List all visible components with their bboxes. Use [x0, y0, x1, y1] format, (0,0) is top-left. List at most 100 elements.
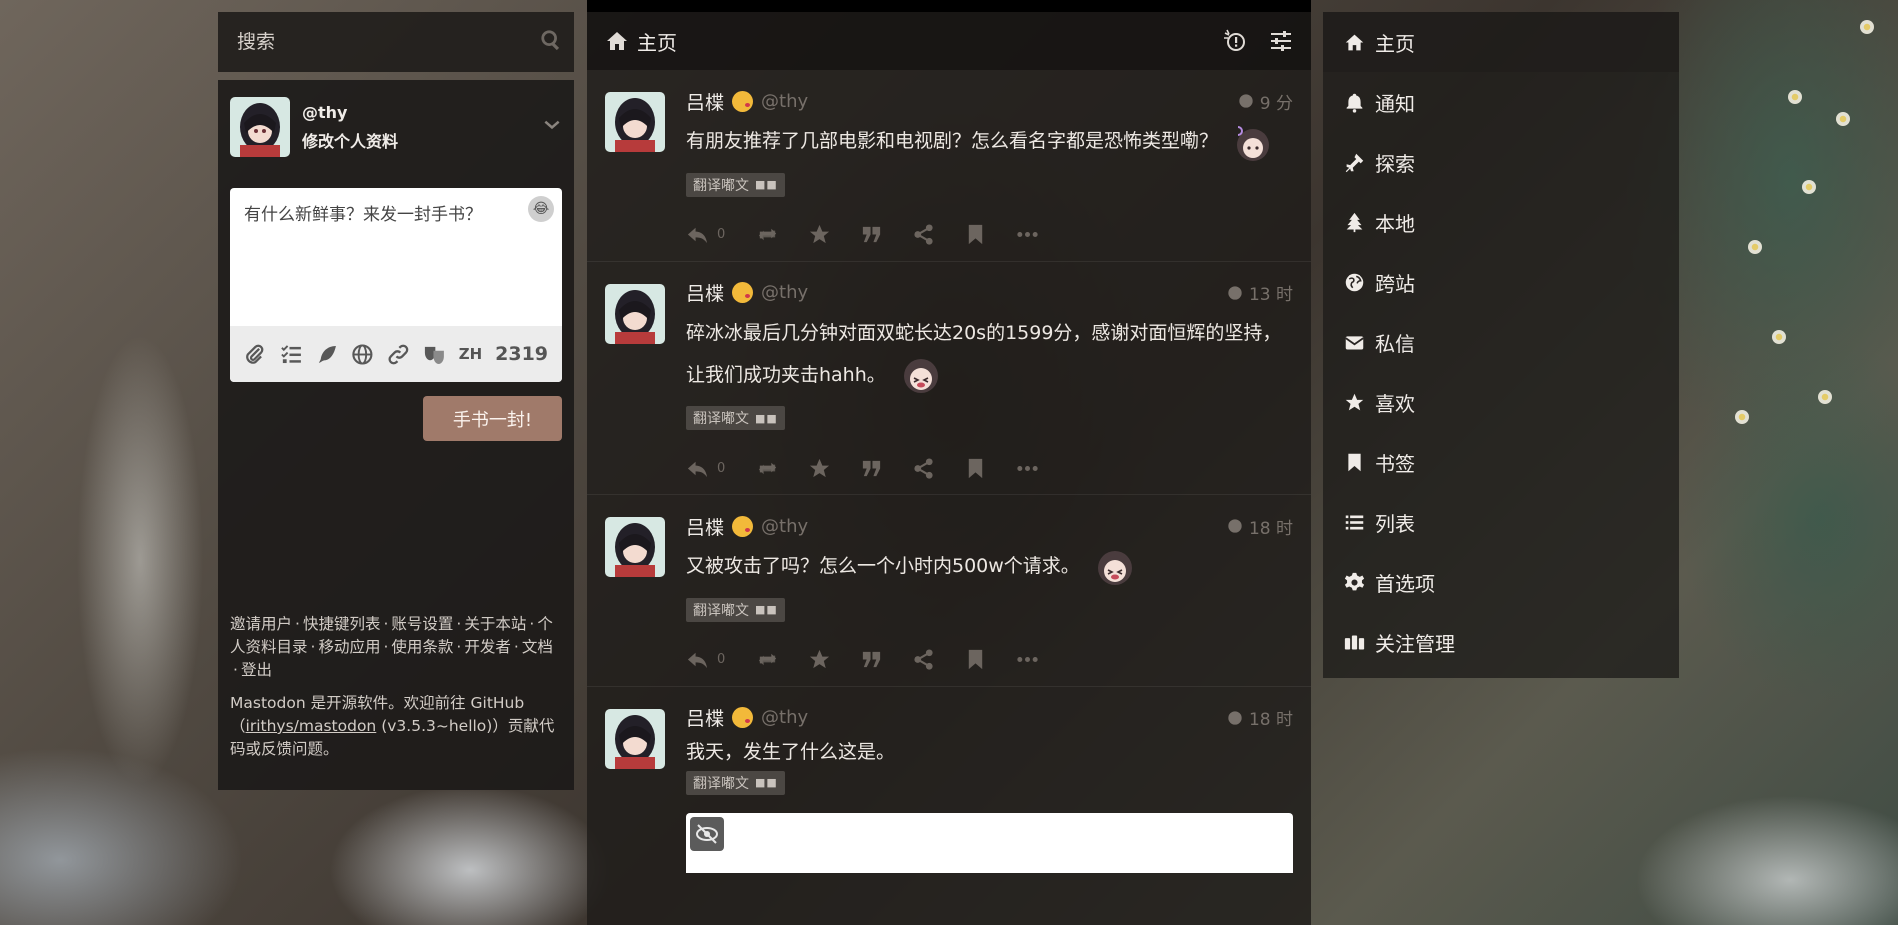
boost-button[interactable]: [756, 648, 808, 671]
share-button[interactable]: [912, 223, 964, 246]
announcements-icon[interactable]: [1223, 29, 1247, 53]
status-avatar[interactable]: [605, 708, 665, 769]
repo-link[interactable]: irithys/mastodon: [246, 717, 377, 735]
status-item[interactable]: 吕楪 @thy 13 时 碎冰冰最后几分钟对面双蛇长达20s的1599分，感谢对…: [587, 262, 1311, 495]
nav-follows-management[interactable]: 关注管理: [1323, 612, 1679, 672]
eye-slash-icon[interactable]: [690, 816, 724, 851]
nav-notifications[interactable]: 通知: [1323, 72, 1679, 132]
account-handle[interactable]: @thy: [302, 103, 530, 122]
book-icon: ■■: [755, 603, 778, 616]
status-display-name[interactable]: 吕楪: [686, 88, 724, 115]
nav-explore[interactable]: 探索: [1323, 132, 1679, 192]
quote-button[interactable]: [860, 457, 912, 480]
status-display-name[interactable]: 吕楪: [686, 704, 724, 731]
footer-link-shortcuts[interactable]: 快捷键列表: [303, 615, 381, 633]
status-time-label: 18 时: [1248, 518, 1293, 539]
quote-button[interactable]: [860, 223, 912, 246]
favourite-button[interactable]: [808, 648, 860, 671]
bookmark-button[interactable]: [964, 223, 1016, 246]
reply-button[interactable]: 0: [686, 223, 756, 246]
star-icon: [809, 224, 830, 244]
account-names: @thy 修改个人资料: [302, 103, 530, 152]
quote-icon: [862, 460, 881, 476]
bookmark-button[interactable]: [964, 457, 1016, 480]
status-display-name[interactable]: 吕楪: [686, 513, 724, 540]
feather-icon[interactable]: [316, 343, 339, 366]
avatar[interactable]: [230, 97, 290, 157]
quote-button[interactable]: [860, 648, 912, 671]
nav-preferences[interactable]: 首选项: [1323, 552, 1679, 612]
nav-bookmarks[interactable]: 书签: [1323, 432, 1679, 492]
share-button[interactable]: [912, 648, 964, 671]
footer-link-developers[interactable]: 开发者: [464, 638, 511, 656]
status-avatar[interactable]: [605, 517, 665, 577]
status-handle[interactable]: @thy: [761, 282, 1227, 303]
footer-link-invite[interactable]: 邀请用户: [230, 615, 292, 633]
publish-button[interactable]: 手书一封!: [423, 396, 562, 441]
reply-button[interactable]: 0: [686, 648, 756, 671]
nav-local[interactable]: 本地: [1323, 192, 1679, 252]
status-time[interactable]: 18 时: [1227, 705, 1293, 730]
emoji-picker-icon[interactable]: 😂: [528, 196, 554, 222]
footer-link-logout[interactable]: 登出: [241, 661, 272, 679]
status-time[interactable]: 18 时: [1227, 514, 1293, 539]
translate-button[interactable]: 翻译嘟文 ■■: [686, 406, 785, 430]
compose-input[interactable]: [244, 200, 548, 314]
status-item[interactable]: 吕楪 @thy 9 分 有朋友推荐了几部电影和电视剧？怎么看名字都是恐怖类型嘞？…: [587, 70, 1311, 262]
nav-favourites[interactable]: 喜欢: [1323, 372, 1679, 432]
edit-profile-link[interactable]: 修改个人资料: [302, 128, 530, 152]
globe-icon[interactable]: [351, 343, 374, 366]
left-column: @thy 修改个人资料 😂 ZH 2319 手书一封: [218, 12, 574, 790]
status-time[interactable]: 13 时: [1227, 280, 1293, 305]
search-input[interactable]: [237, 31, 497, 53]
nav-federated[interactable]: 跨站: [1323, 252, 1679, 312]
kiss-emoji-icon: [732, 90, 754, 112]
footer-link-settings[interactable]: 账号设置: [391, 615, 453, 633]
nav-direct-messages[interactable]: 私信: [1323, 312, 1679, 372]
favourite-button[interactable]: [808, 457, 860, 480]
status-handle[interactable]: @thy: [761, 91, 1238, 112]
more-button[interactable]: [1016, 223, 1068, 246]
status-handle[interactable]: @thy: [761, 707, 1227, 728]
translate-button[interactable]: 翻译嘟文 ■■: [686, 597, 785, 622]
search-icon[interactable]: [540, 29, 562, 55]
status-time-label: 18 时: [1248, 710, 1293, 730]
translate-button[interactable]: 翻译嘟文 ■■: [686, 172, 785, 197]
nav-home[interactable]: 主页: [1323, 12, 1679, 72]
hashtag-icon: [1345, 153, 1364, 172]
footer-link-terms[interactable]: 使用条款: [391, 638, 453, 656]
status-avatar[interactable]: [605, 92, 665, 152]
column-settings-icon[interactable]: [1269, 29, 1293, 53]
media-attachment[interactable]: [686, 812, 1293, 873]
footer-link-docs[interactable]: 文档: [522, 638, 553, 656]
more-button[interactable]: [1016, 457, 1068, 480]
translate-button[interactable]: 翻译嘟文 ■■: [686, 770, 785, 795]
boost-button[interactable]: [756, 223, 808, 246]
status-handle[interactable]: @thy: [761, 516, 1227, 537]
status-actions: 0: [686, 209, 1293, 261]
more-button[interactable]: [1016, 648, 1068, 671]
status-time[interactable]: 9 分: [1238, 89, 1293, 114]
nav-lists[interactable]: 列表: [1323, 492, 1679, 552]
status-avatar[interactable]: [605, 283, 665, 344]
language-selector[interactable]: ZH: [459, 345, 482, 363]
quote-icon: [862, 226, 881, 243]
favourite-button[interactable]: [808, 223, 860, 246]
footer-link-about[interactable]: 关于本站: [464, 615, 526, 633]
navigation-panel: 主页 通知 探索 本地 跨站 私信 喜欢 书签 列表 首选项 关注管理: [1323, 12, 1679, 678]
poll-icon[interactable]: [280, 343, 303, 366]
boost-button[interactable]: [756, 457, 808, 480]
footer-link-apps[interactable]: 移动应用: [318, 638, 380, 656]
link-icon[interactable]: [387, 343, 410, 366]
theater-masks-icon[interactable]: [423, 343, 446, 366]
status-item[interactable]: 吕楪 @thy 18 时 我天，发生了什么这是。 翻译嘟文 ■■: [587, 687, 1311, 873]
share-button[interactable]: [912, 457, 964, 480]
book-icon: ■■: [755, 178, 778, 191]
status-display-name[interactable]: 吕楪: [686, 279, 724, 306]
chevron-down-icon[interactable]: [542, 115, 562, 139]
paperclip-icon[interactable]: [244, 343, 267, 366]
bookmark-button[interactable]: [964, 648, 1016, 671]
status-item[interactable]: 吕楪 @thy 18 时 又被攻击了吗？怎么一个小时内500w个请求。 翻译嘟文…: [587, 495, 1311, 687]
crying-girl-sticker-icon: [900, 354, 942, 396]
reply-button[interactable]: 0: [686, 457, 756, 480]
